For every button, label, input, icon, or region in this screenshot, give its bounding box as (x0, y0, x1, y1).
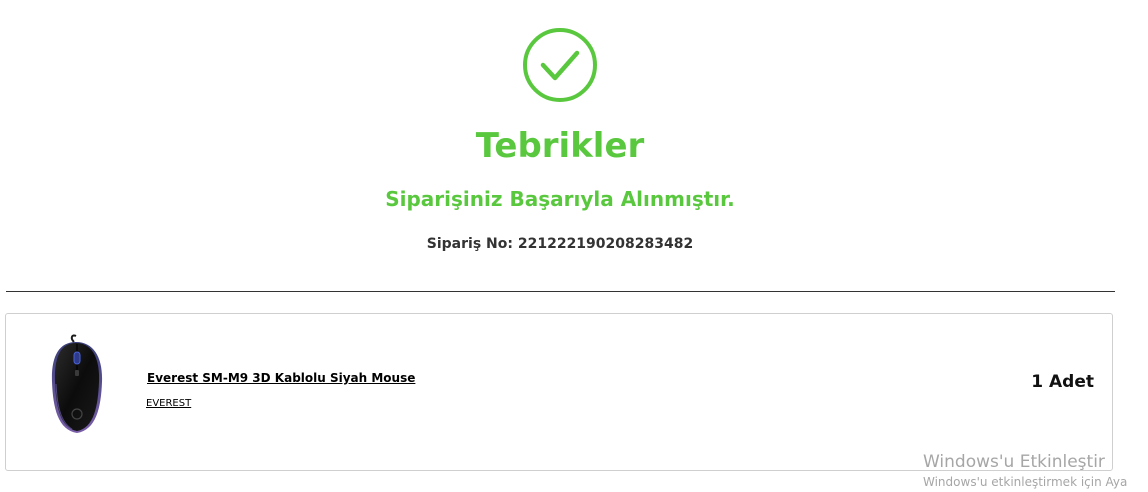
check-circle-icon (523, 28, 597, 102)
product-name-link[interactable]: Everest SM-M9 3D Kablolu Siyah Mouse (147, 371, 415, 385)
windows-activation-watermark: Windows'u Etkinleştir Windows'u etkinleş… (923, 451, 1148, 491)
mouse-product-image[interactable] (48, 334, 106, 436)
order-item-card: Everest SM-M9 3D Kablolu Siyah Mouse EVE… (5, 313, 1113, 471)
product-brand-link[interactable]: EVEREST (146, 398, 191, 409)
order-number-line: Sipariş No: 221222190208283482 (0, 233, 1120, 255)
success-title: Tebrikler (475, 126, 645, 166)
watermark-title: Windows'u Etkinleştir (923, 452, 1105, 472)
success-subtitle: Siparişiniz Başarıyla Alınmıştır. (385, 187, 735, 211)
watermark-subtitle: Windows'u etkinleştirmek için Aya (923, 475, 1128, 489)
order-number-label: Sipariş No: (426, 236, 513, 252)
section-divider (6, 291, 1115, 292)
order-number-value: 221222190208283482 (517, 236, 694, 252)
product-quantity: 1 Adet (1031, 372, 1094, 392)
